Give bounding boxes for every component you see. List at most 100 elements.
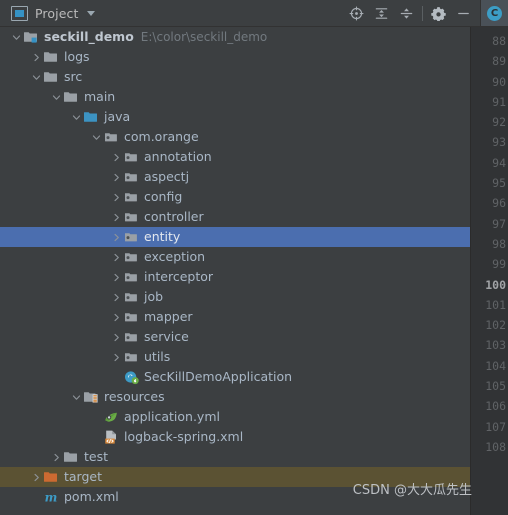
chevron-right-icon[interactable] bbox=[30, 47, 43, 67]
tree-row-label: mapper bbox=[144, 309, 193, 324]
tree-row-mapper[interactable]: mapper bbox=[0, 307, 470, 327]
tree-row-seckill-demo[interactable]: seckill_demo E:\color\seckill_demo bbox=[0, 27, 470, 47]
tree-row-label: controller bbox=[144, 209, 204, 224]
chevron-down-icon[interactable] bbox=[87, 10, 96, 16]
tree-row-com-orange[interactable]: com.orange bbox=[0, 127, 470, 147]
tree-row-pom-xml[interactable]: m pom.xml bbox=[0, 487, 470, 507]
chevron-down-icon[interactable] bbox=[50, 87, 63, 107]
hide-minimize-icon[interactable] bbox=[451, 1, 476, 26]
chevron-right-icon[interactable] bbox=[110, 347, 123, 367]
tree-row-label: seckill_demo bbox=[44, 29, 134, 44]
tree-row-label: config bbox=[144, 189, 183, 204]
tree-row-label: interceptor bbox=[144, 269, 214, 284]
main-split: seckill_demo E:\color\seckill_demo logs src… bbox=[0, 27, 508, 515]
line-number: 89 bbox=[492, 54, 506, 69]
tree-row-seckilldemoapplication[interactable]: SecKillDemoApplication bbox=[0, 367, 470, 387]
tree-row-label: pom.xml bbox=[64, 489, 119, 504]
line-number: 99 bbox=[492, 257, 506, 272]
chevron-down-icon[interactable] bbox=[10, 27, 23, 47]
chevron-right-icon[interactable] bbox=[110, 207, 123, 227]
tree-row-target[interactable]: target bbox=[0, 467, 470, 487]
tree-row-label: src bbox=[64, 69, 83, 84]
tree-row-java[interactable]: java bbox=[0, 107, 470, 127]
chevron-right-icon[interactable] bbox=[110, 187, 123, 207]
package-icon bbox=[123, 329, 139, 345]
chevron-right-icon[interactable] bbox=[110, 247, 123, 267]
line-number: 90 bbox=[492, 74, 506, 89]
toolbar-divider bbox=[422, 5, 423, 21]
tree-row-main[interactable]: main bbox=[0, 87, 470, 107]
chevron-right-icon[interactable] bbox=[50, 447, 63, 467]
chevron-right-icon[interactable] bbox=[110, 147, 123, 167]
chevron-right-icon[interactable] bbox=[110, 167, 123, 187]
tree-row-entity[interactable]: entity bbox=[0, 227, 470, 247]
no-arrow-spacer bbox=[30, 487, 43, 507]
tree-row-label: test bbox=[84, 449, 109, 464]
line-number: 102 bbox=[485, 318, 506, 333]
chevron-right-icon[interactable] bbox=[110, 327, 123, 347]
module-folder-icon bbox=[23, 29, 39, 45]
tree-row-exception[interactable]: exception bbox=[0, 247, 470, 267]
tree-row-logback-spring-xml[interactable]: logback-spring.xml bbox=[0, 427, 470, 447]
project-tree[interactable]: seckill_demo E:\color\seckill_demo logs src… bbox=[0, 27, 470, 515]
tree-row-resources[interactable]: resources bbox=[0, 387, 470, 407]
tree-row-logs[interactable]: logs bbox=[0, 47, 470, 67]
chevron-right-icon[interactable] bbox=[110, 307, 123, 327]
panel-title: Project bbox=[35, 5, 79, 21]
tree-row-test[interactable]: test bbox=[0, 447, 470, 467]
tree-row-service[interactable]: service bbox=[0, 327, 470, 347]
tree-row-label: com.orange bbox=[124, 129, 199, 144]
tree-row-interceptor[interactable]: interceptor bbox=[0, 267, 470, 287]
chevron-right-icon[interactable] bbox=[110, 227, 123, 247]
tree-row-src[interactable]: src bbox=[0, 67, 470, 87]
package-icon bbox=[103, 129, 119, 145]
line-number: 92 bbox=[492, 115, 506, 130]
line-number: 104 bbox=[485, 358, 506, 373]
chevron-right-icon[interactable] bbox=[30, 467, 43, 487]
editor-line-number-gutter: 88 89 90 91 92 93 94 95 96 97 98 99 100 101 102 103 104 1… bbox=[470, 27, 508, 515]
toolbar-actions bbox=[344, 0, 480, 26]
idea-project-tool-window: Project C seckill_demo E:\color\seckill_… bbox=[0, 0, 508, 515]
tree-row-controller[interactable]: controller bbox=[0, 207, 470, 227]
tree-row-aspectj[interactable]: aspectj bbox=[0, 167, 470, 187]
line-number: 108 bbox=[485, 439, 506, 454]
line-number: 88 bbox=[492, 34, 506, 48]
corner-badge-label: C bbox=[487, 5, 502, 21]
settings-gear-icon[interactable] bbox=[426, 1, 451, 26]
tree-row-label: service bbox=[144, 329, 189, 344]
tree-row-label: java bbox=[104, 109, 131, 124]
tree-row-label: entity bbox=[144, 229, 181, 244]
project-window-icon bbox=[11, 5, 28, 21]
chevron-down-icon[interactable] bbox=[30, 67, 43, 87]
tree-row-label: application.yml bbox=[124, 409, 220, 424]
line-number: 105 bbox=[485, 379, 506, 394]
package-icon bbox=[123, 349, 139, 365]
chevron-down-icon[interactable] bbox=[70, 387, 83, 407]
select-opened-file-icon[interactable] bbox=[344, 1, 369, 26]
tree-row-partially-visible[interactable] bbox=[0, 507, 470, 515]
chevron-down-icon[interactable] bbox=[70, 107, 83, 127]
project-tree-panel[interactable]: seckill_demo E:\color\seckill_demo logs src… bbox=[0, 27, 470, 515]
chevron-down-icon[interactable] bbox=[90, 127, 103, 147]
project-title-area[interactable]: Project bbox=[0, 0, 344, 26]
chevron-right-icon[interactable] bbox=[110, 287, 123, 307]
tree-row-config[interactable]: config bbox=[0, 187, 470, 207]
project-toolbar: Project C bbox=[0, 0, 508, 27]
tree-row-utils[interactable]: utils bbox=[0, 347, 470, 367]
expand-all-icon[interactable] bbox=[369, 1, 394, 26]
line-number: 98 bbox=[492, 236, 506, 251]
package-icon bbox=[123, 149, 139, 165]
package-icon bbox=[123, 309, 139, 325]
collapse-all-icon[interactable] bbox=[394, 1, 419, 26]
tree-row-application-yml[interactable]: application.yml bbox=[0, 407, 470, 427]
line-number: 93 bbox=[492, 135, 506, 150]
gutter-lines: 88 89 90 91 92 93 94 95 96 97 98 99 100 101 102 103 104 1… bbox=[471, 27, 508, 457]
tree-row-job[interactable]: job bbox=[0, 287, 470, 307]
xml-file-icon bbox=[103, 429, 119, 445]
tree-row-annotation[interactable]: annotation bbox=[0, 147, 470, 167]
line-number: 101 bbox=[485, 297, 506, 312]
corner-plugin-badge[interactable]: C bbox=[480, 0, 508, 26]
tree-row-label: main bbox=[84, 89, 116, 104]
tree-row-label: aspectj bbox=[144, 169, 190, 184]
chevron-right-icon[interactable] bbox=[110, 267, 123, 287]
